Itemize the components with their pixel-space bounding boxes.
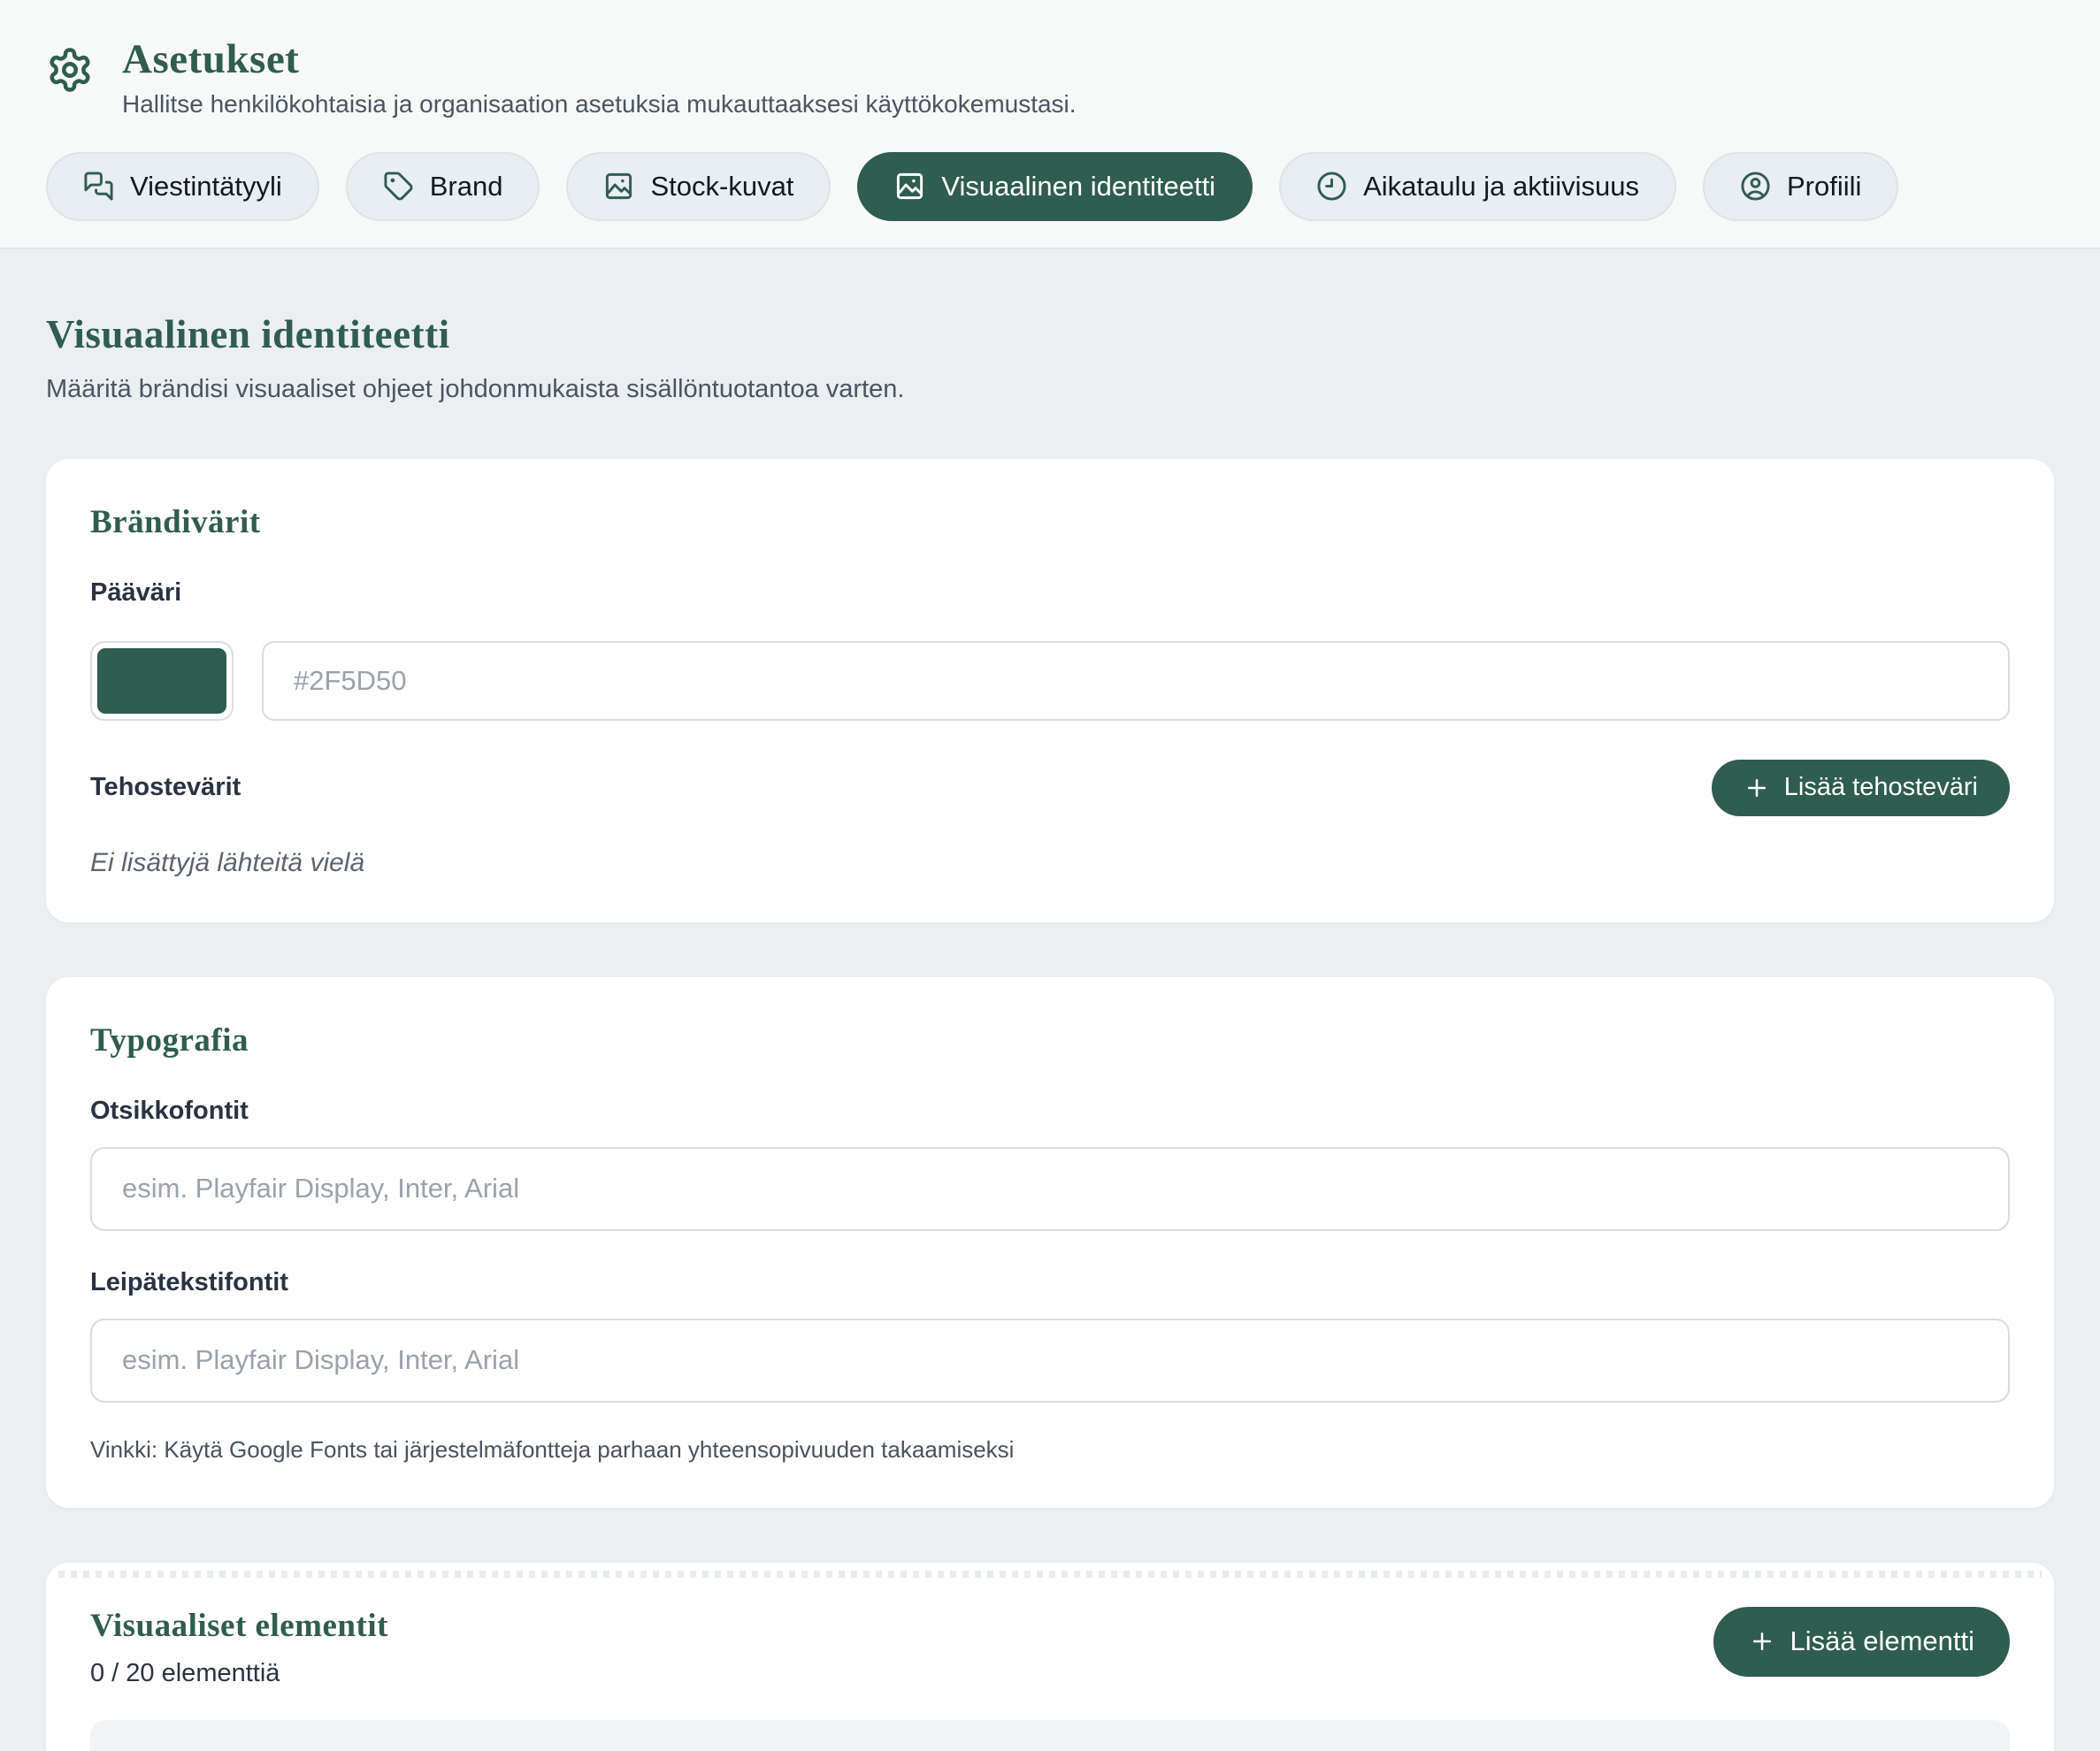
image-icon — [603, 171, 634, 202]
tab-label: Stock-kuvat — [650, 171, 793, 203]
app-subtitle: Hallitse henkilökohtaisia ja organisaati… — [122, 90, 1077, 119]
tab-visuaalinen-identiteetti[interactable]: Visuaalinen identiteetti — [857, 152, 1253, 221]
tab-stock-kuvat[interactable]: Stock-kuvat — [566, 152, 831, 221]
image-icon — [894, 171, 925, 202]
tab-label: Visuaalinen identiteetti — [941, 171, 1215, 203]
page-header: Asetukset Hallitse henkilökohtaisia ja o… — [0, 0, 2100, 249]
tab-profiili[interactable]: Profiili — [1703, 152, 1898, 221]
page-title: Visuaalinen identiteetti — [46, 311, 2054, 357]
visual-elements-count: 0 / 20 elementtiä — [90, 1659, 388, 1688]
main-content: Visuaalinen identiteetti Määritä brändis… — [0, 249, 2100, 1751]
visual-elements-card: Visuaaliset elementit 0 / 20 elementtiä … — [46, 1563, 2054, 1751]
add-element-label: Lisää elementti — [1790, 1625, 1974, 1657]
tab-label: Viestintätyyli — [130, 171, 282, 203]
tab-viestintatyyli[interactable]: Viestintätyyli — [46, 152, 319, 221]
primary-color-hex-input[interactable] — [262, 641, 2010, 721]
tab-label: Brand — [430, 171, 503, 203]
user-circle-icon — [1740, 171, 1771, 202]
typography-heading: Typografia — [90, 1021, 2010, 1059]
plus-icon — [1749, 1628, 1775, 1655]
clock-icon — [1316, 171, 1347, 202]
tab-label: Aikataulu ja aktiivisuus — [1363, 171, 1639, 203]
chat-icon — [83, 171, 114, 202]
add-element-button[interactable]: Lisää elementti — [1713, 1607, 2010, 1677]
primary-color-swatch-fill — [97, 648, 226, 714]
tab-label: Profiili — [1787, 171, 1861, 203]
accent-colors-label: Tehostevärit — [90, 773, 241, 802]
accent-colors-empty-text: Ei lisättyjä lähteitä vielä — [90, 848, 2010, 878]
body-fonts-input[interactable] — [90, 1319, 2010, 1403]
gear-icon — [46, 46, 94, 94]
fonts-hint-text: Vinkki: Käytä Google Fonts tai järjestel… — [90, 1436, 2010, 1464]
tag-icon — [383, 171, 414, 202]
app-title: Asetukset — [122, 37, 1077, 83]
add-accent-color-label: Lisää tehosteväri — [1784, 773, 1978, 802]
primary-color-swatch[interactable] — [90, 641, 234, 721]
visual-elements-heading: Visuaaliset elementit — [90, 1607, 388, 1645]
heading-fonts-label: Otsikkofontit — [90, 1097, 2010, 1126]
dashed-divider — [58, 1571, 2042, 1578]
tab-aikataulu-ja-aktiivisuus[interactable]: Aikataulu ja aktiivisuus — [1279, 152, 1676, 221]
visual-elements-dropzone[interactable] — [90, 1720, 2010, 1751]
tab-brand[interactable]: Brand — [346, 152, 540, 221]
heading-fonts-input[interactable] — [90, 1147, 2010, 1231]
page-subtitle: Määritä brändisi visuaaliset ohjeet johd… — [46, 375, 2054, 404]
brand-colors-card: Brändivärit Pääväri Tehostevärit Lisää t… — [46, 459, 2054, 922]
add-accent-color-button[interactable]: Lisää tehosteväri — [1712, 760, 2010, 816]
settings-tabs: Viestintätyyli Brand Stock-kuvat Visua — [46, 152, 2054, 221]
brand-colors-heading: Brändivärit — [90, 503, 2010, 541]
plus-icon — [1744, 775, 1770, 801]
primary-color-label: Pääväri — [90, 578, 2010, 608]
body-fonts-label: Leipätekstifontit — [90, 1268, 2010, 1297]
typography-card: Typografia Otsikkofontit Leipätekstifont… — [46, 977, 2054, 1508]
